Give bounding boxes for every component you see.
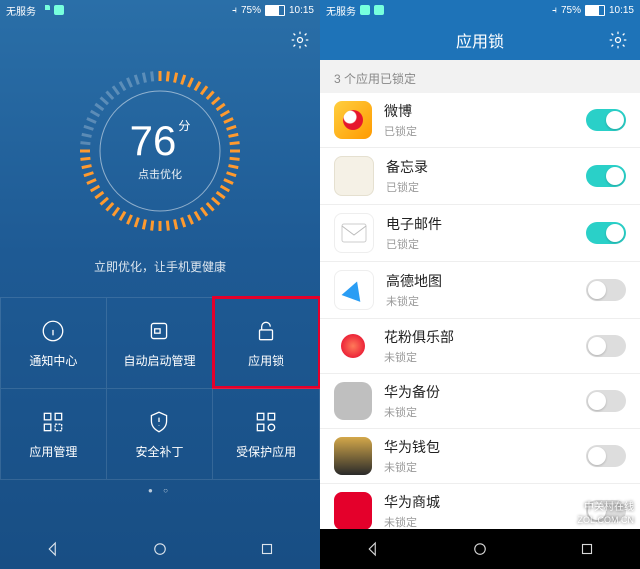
toggle-mail[interactable]	[586, 222, 626, 244]
app-name: 微博	[384, 101, 574, 121]
battery-icon	[585, 5, 605, 16]
app-row-map: 高德地图未锁定	[320, 262, 640, 319]
app-name: 华为商城	[384, 492, 574, 512]
cell-label: 受保护应用	[236, 443, 296, 460]
app-row-backup: 华为备份未锁定	[320, 374, 640, 429]
cell-appmgmt[interactable]: 应用管理	[0, 388, 107, 479]
app-name: 华为钱包	[384, 437, 574, 457]
gear-icon[interactable]	[290, 30, 310, 50]
vibrate-icon: ⫞	[232, 5, 237, 16]
app-status: 未锁定	[384, 349, 574, 365]
status-bar: 无服务 ⫞ 75% 10:15	[320, 0, 640, 20]
nav-back-icon[interactable]	[364, 540, 382, 558]
carrier-text: 无服务	[6, 3, 36, 18]
app-row-club: 花粉俱乐部未锁定	[320, 319, 640, 374]
nav-recent-icon[interactable]	[258, 540, 276, 558]
toggle-weibo[interactable]	[586, 109, 626, 131]
app-name: 备忘录	[386, 157, 574, 177]
right-header: 应用锁	[320, 20, 640, 60]
app-status: 未锁定	[386, 293, 574, 309]
left-header	[0, 20, 320, 60]
toggle-icon	[146, 318, 172, 344]
toggle-club[interactable]	[586, 335, 626, 357]
gear-icon[interactable]	[608, 30, 628, 50]
cell-label: 安全补丁	[135, 443, 183, 460]
vibrate-icon: ⫞	[552, 5, 557, 16]
app-status: 已锁定	[384, 123, 574, 139]
cell-label: 应用锁	[248, 352, 284, 369]
app-icon-mail	[334, 213, 374, 253]
wifi-icon	[40, 5, 50, 15]
app-icon-wallet	[334, 437, 372, 475]
score-value: 76	[130, 117, 177, 164]
battery-icon	[265, 5, 285, 16]
toggle-memo[interactable]	[586, 165, 626, 187]
cell-label: 应用管理	[29, 443, 77, 460]
cell-security[interactable]: 安全补丁	[107, 388, 214, 479]
cell-notifications[interactable]: 通知中心	[0, 297, 107, 388]
clock-text: 10:15	[609, 5, 634, 16]
app-icon-map	[334, 270, 374, 310]
app-row-mail: 电子邮件已锁定	[320, 205, 640, 262]
nav-home-icon[interactable]	[151, 540, 169, 558]
app-name: 华为备份	[384, 382, 574, 402]
nav-home-icon[interactable]	[471, 540, 489, 558]
cell-autostart[interactable]: 自动启动管理	[107, 297, 214, 388]
app-icon-memo	[334, 156, 374, 196]
app-icon-club	[334, 327, 372, 365]
battery-text: 75%	[561, 5, 581, 16]
score-unit: 分	[178, 119, 190, 133]
score-dial[interactable]: 76分 点击优化	[75, 66, 245, 236]
toggle-backup[interactable]	[586, 390, 626, 412]
app-icon-store	[334, 492, 372, 530]
app-status: 未锁定	[384, 514, 574, 530]
app-name: 电子邮件	[386, 214, 574, 234]
app-name: 花粉俱乐部	[384, 327, 574, 347]
app-row-wallet: 华为钱包未锁定	[320, 429, 640, 484]
app-row-memo: 备忘录已锁定	[320, 148, 640, 205]
nav-bar	[0, 529, 320, 569]
apps-icon	[253, 409, 279, 435]
page-dots: ● ○	[0, 486, 320, 495]
carrier-text: 无服务	[326, 3, 356, 18]
cell-applock[interactable]: 应用锁	[213, 297, 320, 388]
info-icon	[40, 318, 66, 344]
shield-icon	[146, 409, 172, 435]
app-status: 已锁定	[386, 179, 574, 195]
section-label: 3 个应用已锁定	[320, 60, 640, 93]
toggle-wallet[interactable]	[586, 445, 626, 467]
grid-icon	[40, 409, 66, 435]
app-icon-backup	[334, 382, 372, 420]
nav-recent-icon[interactable]	[578, 540, 596, 558]
subtitle-text: 立即优化，让手机更健康	[94, 258, 226, 275]
status-bar: 无服务 ⫞ 75% 10:15	[0, 0, 320, 20]
nav-back-icon[interactable]	[44, 540, 62, 558]
app-icon-weibo	[334, 101, 372, 139]
toggle-map[interactable]	[586, 279, 626, 301]
lock-icon	[253, 318, 279, 344]
page-title: 应用锁	[456, 28, 504, 52]
app-status: 未锁定	[384, 459, 574, 475]
app-status: 已锁定	[386, 236, 574, 252]
wifi-icon	[360, 5, 370, 15]
app-list: 微博已锁定备忘录已锁定电子邮件已锁定高德地图未锁定花粉俱乐部未锁定华为备份未锁定…	[320, 93, 640, 539]
clock-text: 10:15	[289, 5, 314, 16]
cell-label: 通知中心	[29, 352, 77, 369]
sync-icon	[54, 5, 64, 15]
sync-icon	[374, 5, 384, 15]
nav-bar	[320, 529, 640, 569]
feature-grid: 通知中心 自动启动管理 应用锁 应用管理 安全补丁 受保护应用	[0, 297, 320, 480]
cell-label: 自动启动管理	[123, 352, 195, 369]
app-name: 高德地图	[386, 271, 574, 291]
watermark: 中关村在线 ZOL.COM.CN	[567, 498, 634, 525]
app-row-weibo: 微博已锁定	[320, 93, 640, 148]
battery-text: 75%	[241, 5, 261, 16]
cell-protected[interactable]: 受保护应用	[213, 388, 320, 479]
app-status: 未锁定	[384, 404, 574, 420]
tap-optimize: 点击优化	[138, 166, 182, 182]
